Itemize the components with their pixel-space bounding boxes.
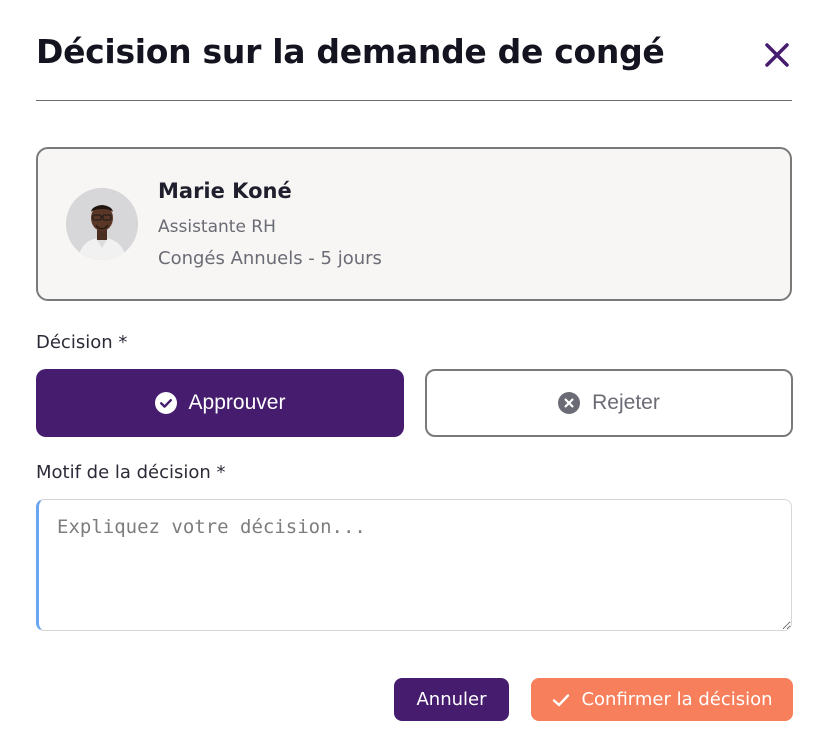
reject-button[interactable]: Rejeter — [425, 369, 793, 437]
confirm-button[interactable]: Confirmer la décision — [531, 678, 793, 721]
decision-label: Décision * — [36, 332, 128, 353]
avatar — [66, 188, 138, 260]
check-icon — [553, 693, 570, 706]
avatar-photo — [66, 188, 138, 260]
motif-textarea[interactable] — [36, 499, 792, 631]
dialog-title: Décision sur la demande de congé — [36, 32, 665, 71]
leave-summary: Congés Annuels - 5 jours — [158, 248, 382, 269]
confirm-label: Confirmer la décision — [581, 689, 773, 710]
cancel-button[interactable]: Annuler — [394, 678, 509, 721]
employee-role: Assistante RH — [158, 217, 276, 237]
employee-card: Marie Koné Assistante RH Congés Annuels … — [36, 147, 792, 301]
motif-label: Motif de la décision * — [36, 462, 226, 483]
approve-button[interactable]: Approuver — [36, 369, 404, 437]
close-icon — [765, 43, 789, 67]
approve-label: Approuver — [188, 391, 286, 414]
check-circle-icon — [154, 392, 177, 414]
x-circle-icon — [558, 392, 581, 414]
employee-name: Marie Koné — [158, 179, 292, 203]
motif-field-wrapper — [36, 499, 792, 631]
leave-decision-dialog: Décision sur la demande de congé Marie K… — [0, 0, 828, 756]
dialog-header: Décision sur la demande de congé — [36, 24, 792, 101]
close-button[interactable] — [762, 40, 792, 70]
reject-label: Rejeter — [592, 391, 660, 414]
